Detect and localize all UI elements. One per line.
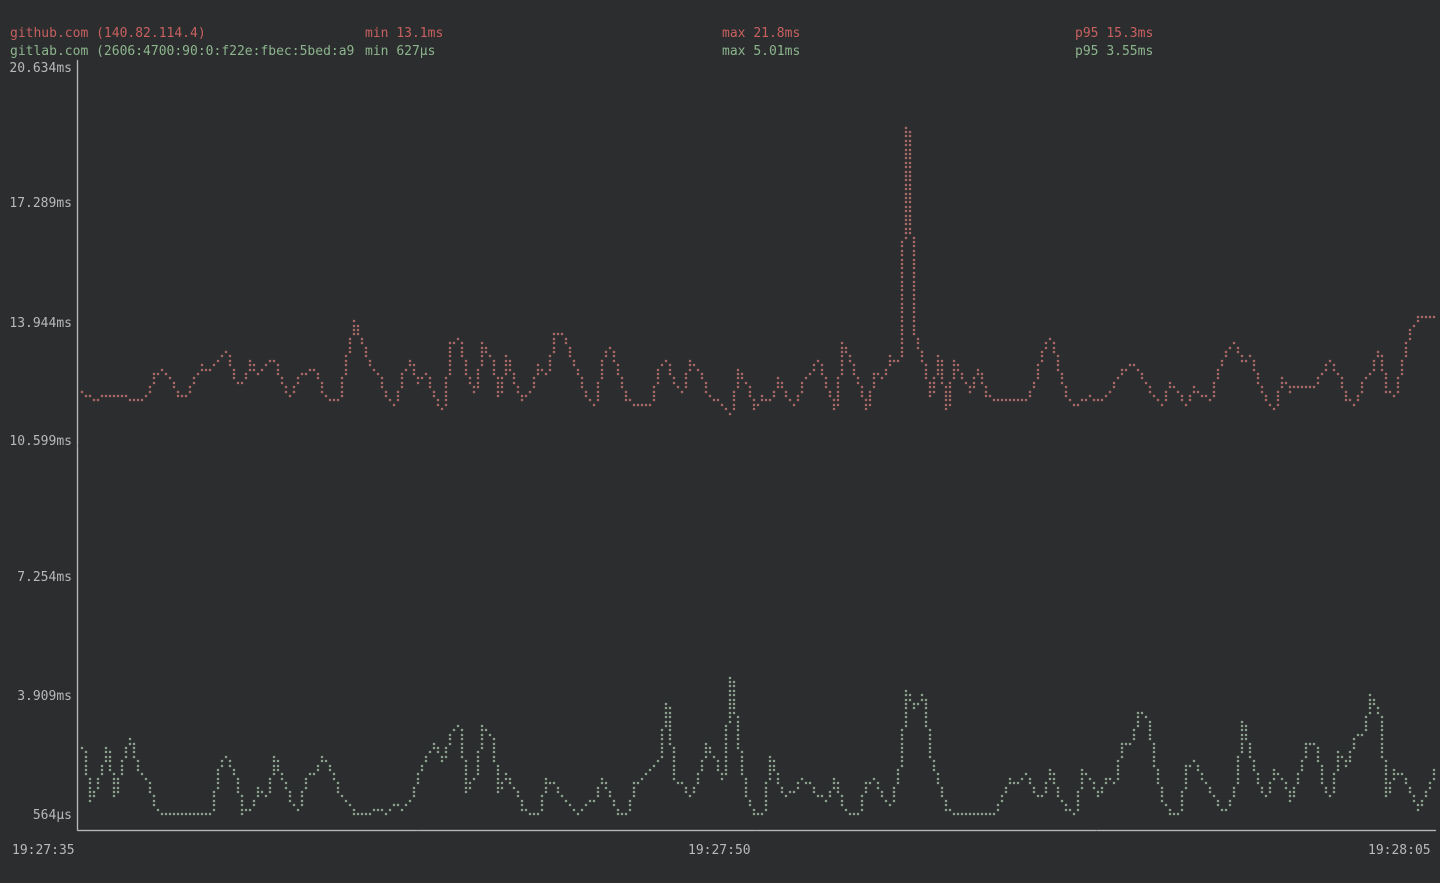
gping-terminal-screen: github.com (140.82.114.4) min 13.1ms max… bbox=[0, 0, 1440, 883]
x-axis-tick-start: 19:27:35 bbox=[12, 842, 75, 859]
min-label: min bbox=[365, 44, 388, 59]
x-axis-tick-middle: 19:27:50 bbox=[688, 842, 751, 859]
max-label: max bbox=[722, 44, 745, 59]
gitlab-max-stat: max 5.01ms bbox=[722, 43, 800, 60]
host-gitlab-label: gitlab.com (2606:4700:90:0:f22e:fbec:5be… bbox=[10, 43, 354, 60]
p95-label: p95 bbox=[1075, 26, 1098, 41]
y-axis-tick-label: 7.254ms bbox=[0, 569, 72, 586]
gitlab-p95-stat: p95 3.55ms bbox=[1075, 43, 1153, 60]
p95-label: p95 bbox=[1075, 44, 1098, 59]
latency-chart-canvas bbox=[0, 0, 1440, 883]
host-github-label: github.com (140.82.114.4) bbox=[10, 25, 206, 42]
y-axis-tick-label: 20.634ms bbox=[0, 60, 72, 77]
min-value: 13.1ms bbox=[396, 26, 443, 41]
min-value: 627µs bbox=[396, 44, 435, 59]
github-p95-stat: p95 15.3ms bbox=[1075, 25, 1153, 42]
gitlab-min-stat: min 627µs bbox=[365, 43, 435, 60]
p95-value: 15.3ms bbox=[1106, 26, 1153, 41]
y-axis-tick-label: 10.599ms bbox=[0, 433, 72, 450]
p95-value: 3.55ms bbox=[1106, 44, 1153, 59]
github-min-stat: min 13.1ms bbox=[365, 25, 443, 42]
x-axis-tick-end: 19:28:05 bbox=[1368, 842, 1431, 859]
max-value: 21.8ms bbox=[753, 26, 800, 41]
y-axis-tick-label: 17.289ms bbox=[0, 195, 72, 212]
y-axis-tick-label: 3.909ms bbox=[0, 688, 72, 705]
min-label: min bbox=[365, 26, 388, 41]
github-max-stat: max 21.8ms bbox=[722, 25, 800, 42]
y-axis-tick-label: 564µs bbox=[0, 807, 72, 824]
max-value: 5.01ms bbox=[753, 44, 800, 59]
max-label: max bbox=[722, 26, 745, 41]
y-axis-tick-label: 13.944ms bbox=[0, 315, 72, 332]
